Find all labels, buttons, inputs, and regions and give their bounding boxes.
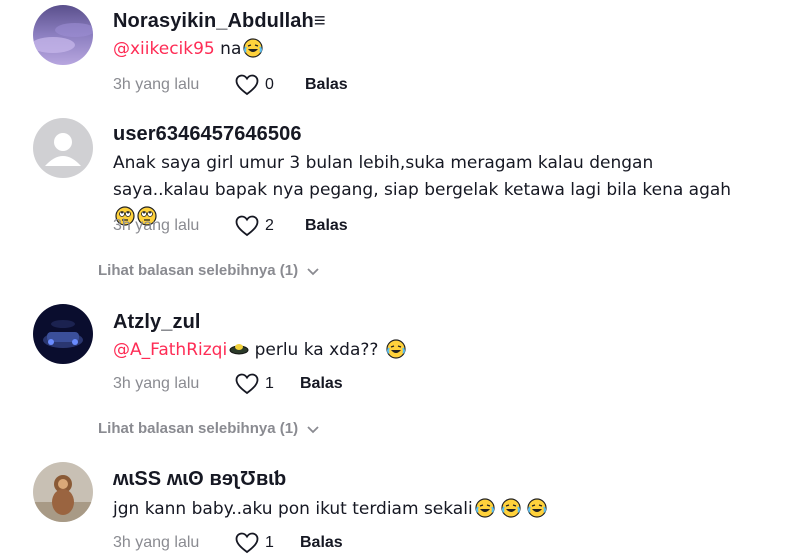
comment-text: @A_FathRizqi perlu ka xda?? [113, 337, 753, 364]
view-more-label: Lihat balasan selebihnya (1) [98, 262, 299, 279]
avatar[interactable] [33, 118, 93, 178]
reply-button[interactable]: Balas [305, 76, 348, 94]
avatar-image [33, 5, 93, 65]
comment-body: perlu ka xda?? [249, 340, 379, 360]
reply-button[interactable]: Balas [300, 375, 343, 393]
like-button[interactable]: 1 [235, 373, 300, 395]
chevron-down-icon [307, 425, 319, 433]
username[interactable]: Atzly_zul [113, 311, 201, 334]
comment-meta: 3h yang lalu 2 Balas [113, 214, 348, 238]
chevron-down-icon [307, 267, 319, 275]
comment-meta: 3h yang lalu 1 Balas [113, 531, 343, 554]
mention-link[interactable]: @A_FathRizqi [113, 340, 227, 360]
reply-button[interactable]: Balas [305, 217, 348, 235]
username[interactable]: user6346457646506 [113, 123, 302, 146]
laughing-tears-emoji-icon [386, 339, 406, 359]
reply-button[interactable]: Balas [300, 534, 343, 552]
ufo-emoji-icon [229, 344, 249, 355]
like-count: 1 [265, 534, 274, 551]
heart-outline-icon [235, 373, 259, 395]
timestamp: 3h yang lalu [113, 76, 200, 93]
heart-outline-icon [235, 532, 259, 554]
view-more-replies[interactable]: Lihat balasan selebihnya (1) [98, 262, 320, 279]
default-avatar-icon [33, 118, 93, 178]
comment-text: jgn kann baby..aku pon ikut terdiam seka… [113, 496, 753, 523]
comment-text: @xiikecik95 na [113, 36, 753, 63]
comment-body: Anak saya girl umur 3 bulan lebih,suka m… [113, 153, 732, 200]
comment-meta: 3h yang lalu 1 Balas [113, 372, 343, 396]
like-count: 2 [265, 217, 274, 234]
timestamp: 3h yang lalu [113, 534, 200, 551]
laughing-tears-emoji-icon [243, 38, 263, 58]
like-count: 0 [265, 76, 274, 93]
timestamp: 3h yang lalu [113, 375, 200, 392]
view-more-replies[interactable]: Lihat balasan selebihnya (1) [98, 420, 320, 437]
avatar[interactable] [33, 304, 93, 364]
username[interactable]: ʍɩSS ʍɩʘ ʙɘʅƱʙɩƅ [113, 468, 286, 491]
mention-link[interactable]: @xiikecik95 [113, 39, 215, 59]
avatar-image [33, 304, 93, 364]
comment-body: jgn kann baby..aku pon ikut terdiam seka… [113, 499, 473, 519]
heart-outline-icon [235, 215, 259, 237]
like-button[interactable]: 0 [235, 74, 305, 96]
avatar[interactable] [33, 462, 93, 522]
like-button[interactable]: 2 [235, 215, 305, 237]
like-button[interactable]: 1 [235, 532, 300, 554]
timestamp: 3h yang lalu [113, 217, 200, 234]
laughing-tears-emoji-icon [501, 498, 521, 518]
like-count: 1 [265, 375, 274, 392]
heart-outline-icon [235, 74, 259, 96]
view-more-label: Lihat balasan selebihnya (1) [98, 420, 299, 437]
avatar-image [33, 462, 93, 522]
laughing-tears-emoji-icon [475, 498, 495, 518]
username[interactable]: Norasyikin_Abdullah≡ [113, 10, 326, 33]
avatar[interactable] [33, 5, 93, 65]
comment-body: na [214, 39, 242, 59]
laughing-tears-emoji-icon [527, 498, 547, 518]
comment-meta: 3h yang lalu 0 Balas [113, 73, 348, 97]
